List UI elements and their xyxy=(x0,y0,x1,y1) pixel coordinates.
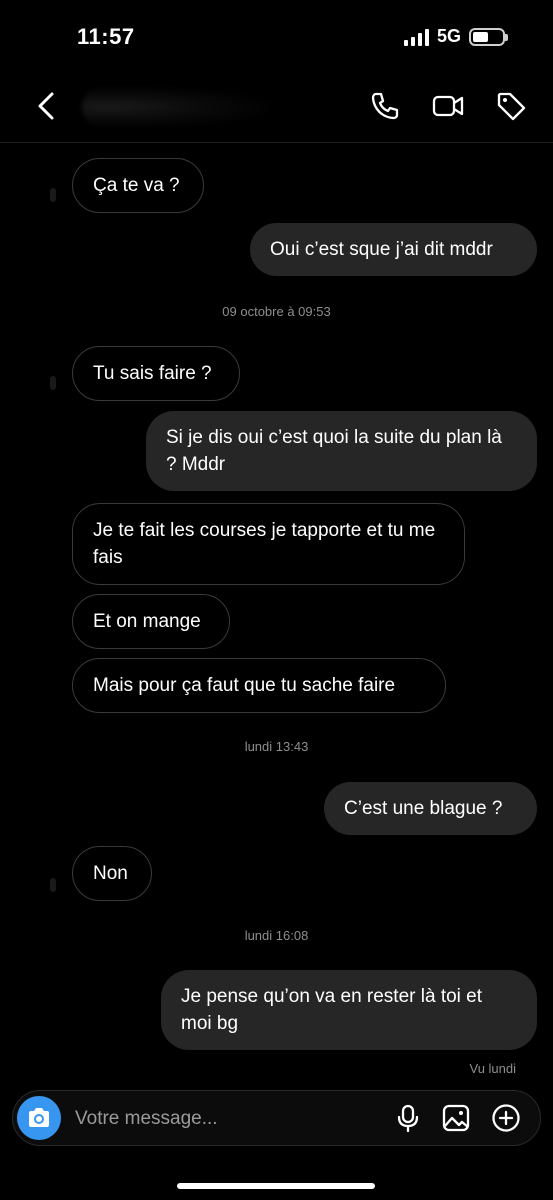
phone-icon[interactable] xyxy=(369,90,401,122)
timestamp: lundi 13:43 xyxy=(244,739,309,754)
network-type: 5G xyxy=(436,26,461,46)
home-indicator[interactable] xyxy=(177,1183,375,1189)
contact-avatar[interactable] xyxy=(82,86,272,128)
message-incoming[interactable]: Mais pour ça faut que tu sache faire xyxy=(72,658,446,713)
tag-icon[interactable] xyxy=(495,90,527,122)
image-icon[interactable] xyxy=(441,1103,471,1133)
video-camera-icon[interactable] xyxy=(432,90,464,122)
plus-circle-icon[interactable] xyxy=(491,1103,521,1133)
message-outgoing[interactable]: C’est une blague ? xyxy=(324,782,537,835)
timestamp: lundi 16:08 xyxy=(244,928,309,943)
status-time: 11:57 xyxy=(77,24,135,49)
camera-icon xyxy=(29,1108,49,1127)
signal-icon xyxy=(403,28,429,46)
status-indicators: 5G xyxy=(403,26,508,47)
message-incoming[interactable]: Je te fait les courses je tapporte et tu… xyxy=(72,503,465,585)
chat-header xyxy=(0,70,553,143)
message-composer xyxy=(12,1090,541,1146)
sender-avatar xyxy=(50,188,56,202)
message-incoming[interactable]: Et on mange xyxy=(72,594,230,649)
seen-status: Vu lundi xyxy=(469,1061,517,1076)
battery-icon xyxy=(469,27,508,46)
message-outgoing[interactable]: Si je dis oui c’est quoi la suite du pla… xyxy=(146,411,537,491)
sender-avatar xyxy=(50,878,56,892)
message-outgoing[interactable]: Je pense qu’on va en rester là toi et mo… xyxy=(161,970,537,1050)
message-incoming[interactable]: Tu sais faire ? xyxy=(72,346,240,401)
timestamp: 09 octobre à 09:53 xyxy=(222,304,331,319)
message-incoming[interactable]: Non xyxy=(72,846,152,901)
message-input[interactable] xyxy=(73,1101,387,1137)
message-outgoing[interactable]: Oui c’est sque j’ai dit mddr xyxy=(250,223,537,276)
camera-button[interactable] xyxy=(17,1096,61,1140)
chevron-left-icon[interactable] xyxy=(32,90,62,122)
sender-avatar xyxy=(50,376,56,390)
message-incoming[interactable]: Ça te va ? xyxy=(72,158,204,213)
microphone-icon[interactable] xyxy=(393,1103,423,1133)
